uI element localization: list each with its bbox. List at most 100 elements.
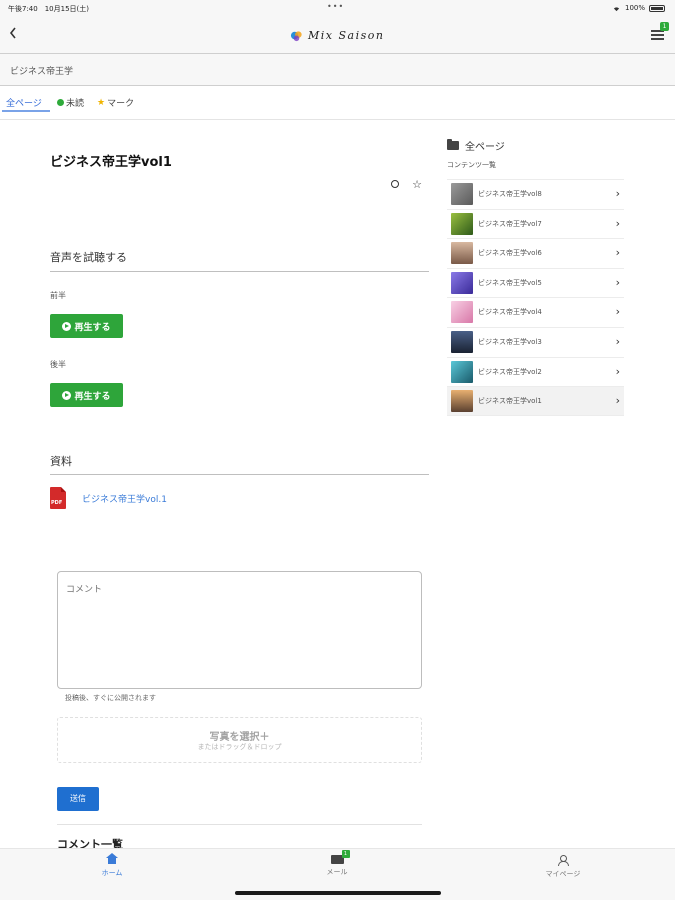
read-toggle-button[interactable] xyxy=(389,179,401,191)
play-first-half-button[interactable]: 再生する xyxy=(50,314,123,338)
status-right: 100% xyxy=(612,4,665,12)
tab-label: マーク xyxy=(107,99,135,109)
active-tab-indicator xyxy=(2,110,50,112)
tab-label: 未読 xyxy=(66,99,85,109)
star-icon: ★ xyxy=(97,97,106,108)
chevron-right-icon: › xyxy=(615,334,620,348)
status-bar: 午後7:40 10月15日(土) ••• 100% xyxy=(0,0,675,16)
nav-mypage[interactable]: マイページ xyxy=(533,855,593,879)
chevron-left-icon xyxy=(9,27,16,39)
photo-select-label: 写真を選択＋ xyxy=(209,732,270,743)
chevron-right-icon: › xyxy=(615,246,620,260)
content-list-item-label: ビジネス帝王学vol4 xyxy=(478,308,542,317)
status-time: 午後7:40 10月15日(土) xyxy=(8,5,89,13)
app-screen: 午後7:40 10月15日(土) ••• 100% Mix Saison 1 ビ… xyxy=(0,0,675,900)
content-list-item-vol7[interactable]: ビジネス帝王学vol7 › xyxy=(447,208,624,239)
app-header: Mix Saison 1 xyxy=(0,16,675,54)
comment-divider xyxy=(57,824,422,825)
star-outline-icon: ☆ xyxy=(412,178,422,191)
mail-badge: 1 xyxy=(341,850,350,858)
nav-home[interactable]: ホーム xyxy=(82,853,142,878)
home-icon xyxy=(106,853,118,865)
nav-mail[interactable]: 1 メール xyxy=(307,850,367,877)
sidebar-heading-label: 全ページ xyxy=(465,142,505,153)
comment-note: 投稿後、すぐに公開されます xyxy=(65,694,156,702)
pdf-fold xyxy=(61,487,66,492)
tab-marked[interactable]: ★ マーク xyxy=(97,96,135,110)
nav-home-label: ホーム xyxy=(101,869,123,877)
logo-mark-icon xyxy=(290,30,302,41)
content-list: ビジネス帝王学vol8 › ビジネス帝王学vol7 › ビジネス帝王学vol6 … xyxy=(447,179,624,416)
breadcrumb[interactable]: ビジネス帝王学 xyxy=(10,64,73,77)
hamburger-bar xyxy=(651,34,664,36)
thumbnail xyxy=(451,183,473,205)
nav-mypage-label: マイページ xyxy=(545,870,581,878)
thumbnail xyxy=(451,212,473,235)
play-icon xyxy=(62,390,72,400)
mark-button[interactable]: ☆ xyxy=(411,179,423,191)
content-list-item-label: ビジネス帝王学vol7 xyxy=(478,219,542,228)
battery-percent: 100% xyxy=(624,4,645,12)
play-label: 再生する xyxy=(74,322,111,333)
folder-icon xyxy=(447,139,459,150)
content-list-item-label: ビジネス帝王学vol8 xyxy=(478,190,542,198)
nav-mail-label: メール xyxy=(326,868,348,876)
section-divider xyxy=(50,271,429,272)
mail-icon: 1 xyxy=(330,850,350,864)
content-list-item-vol6[interactable]: ビジネス帝王学vol6 › xyxy=(447,238,624,268)
materials-section-title: 資料 xyxy=(50,455,72,468)
unread-dot-icon xyxy=(57,99,64,106)
play-icon xyxy=(62,321,72,331)
tab-all-pages[interactable]: 全ページ xyxy=(6,96,42,109)
section-divider xyxy=(50,474,429,475)
content-list-item-vol2[interactable]: ビジネス帝王学vol2 › xyxy=(447,356,624,387)
content-list-item-label: ビジネス帝王学vol1 xyxy=(478,397,542,406)
logo-text: Mix Saison xyxy=(308,28,385,42)
battery-icon xyxy=(649,4,665,12)
thumbnail xyxy=(451,301,473,324)
user-icon xyxy=(557,855,569,866)
content-list-item-vol5[interactable]: ビジネス帝王学vol5 › xyxy=(447,267,624,298)
chevron-right-icon: › xyxy=(615,187,620,200)
thumbnail xyxy=(451,242,473,265)
comment-input[interactable] xyxy=(57,571,422,689)
content-list-item-vol4[interactable]: ビジネス帝王学vol4 › xyxy=(447,297,624,327)
filter-tabs: 全ページ 未読 ★ マーク xyxy=(0,86,675,120)
content-list-item-vol8[interactable]: ビジネス帝王学vol8 › xyxy=(447,179,624,209)
pdf-file-icon[interactable]: PDF xyxy=(50,487,66,509)
menu-button[interactable]: 1 xyxy=(651,22,669,42)
content-list-item-vol3[interactable]: ビジネス帝王学vol3 › xyxy=(447,326,624,357)
photo-drop-zone[interactable]: 写真を選択＋ またはドラッグ＆ドロップ xyxy=(57,717,422,763)
chevron-right-icon: › xyxy=(615,216,620,230)
chevron-right-icon: › xyxy=(615,305,620,319)
page-title: ビジネス帝王学vol1 xyxy=(50,155,172,170)
chevron-right-icon: › xyxy=(615,394,620,408)
thumbnail xyxy=(451,271,473,294)
play-second-half-button[interactable]: 再生する xyxy=(50,383,123,407)
breadcrumb-bar: ビジネス帝王学 xyxy=(0,54,675,86)
home-indicator xyxy=(235,891,441,895)
second-half-label: 後半 xyxy=(50,360,66,369)
play-label: 再生する xyxy=(74,391,111,402)
sidebar-subheading: コンテンツ一覧 xyxy=(447,161,496,169)
chevron-right-icon: › xyxy=(615,275,620,289)
first-half-label: 前半 xyxy=(50,291,66,300)
sidebar-heading: 全ページ xyxy=(447,138,505,153)
thumbnail xyxy=(451,360,473,383)
content-list-item-label: ビジネス帝王学vol2 xyxy=(478,367,542,376)
submit-button[interactable]: 送信 xyxy=(57,787,99,811)
content-list-item-vol1[interactable]: ビジネス帝王学vol1 › xyxy=(447,386,624,416)
tab-unread[interactable]: 未読 xyxy=(57,96,84,109)
thumbnail xyxy=(451,390,473,413)
app-logo: Mix Saison xyxy=(290,26,384,44)
circle-icon xyxy=(391,180,399,188)
pdf-icon-text: PDF xyxy=(51,500,63,506)
back-button[interactable] xyxy=(8,26,24,44)
chevron-right-icon: › xyxy=(615,364,620,378)
multitasking-dots: ••• xyxy=(327,2,345,11)
content-list-item-label: ビジネス帝王学vol6 xyxy=(478,249,542,258)
photo-drop-hint: またはドラッグ＆ドロップ xyxy=(197,743,282,751)
menu-badge: 1 xyxy=(660,22,669,31)
tab-label: 全ページ xyxy=(6,99,42,109)
pdf-link[interactable]: ビジネス帝王学vol.1 xyxy=(82,492,167,505)
